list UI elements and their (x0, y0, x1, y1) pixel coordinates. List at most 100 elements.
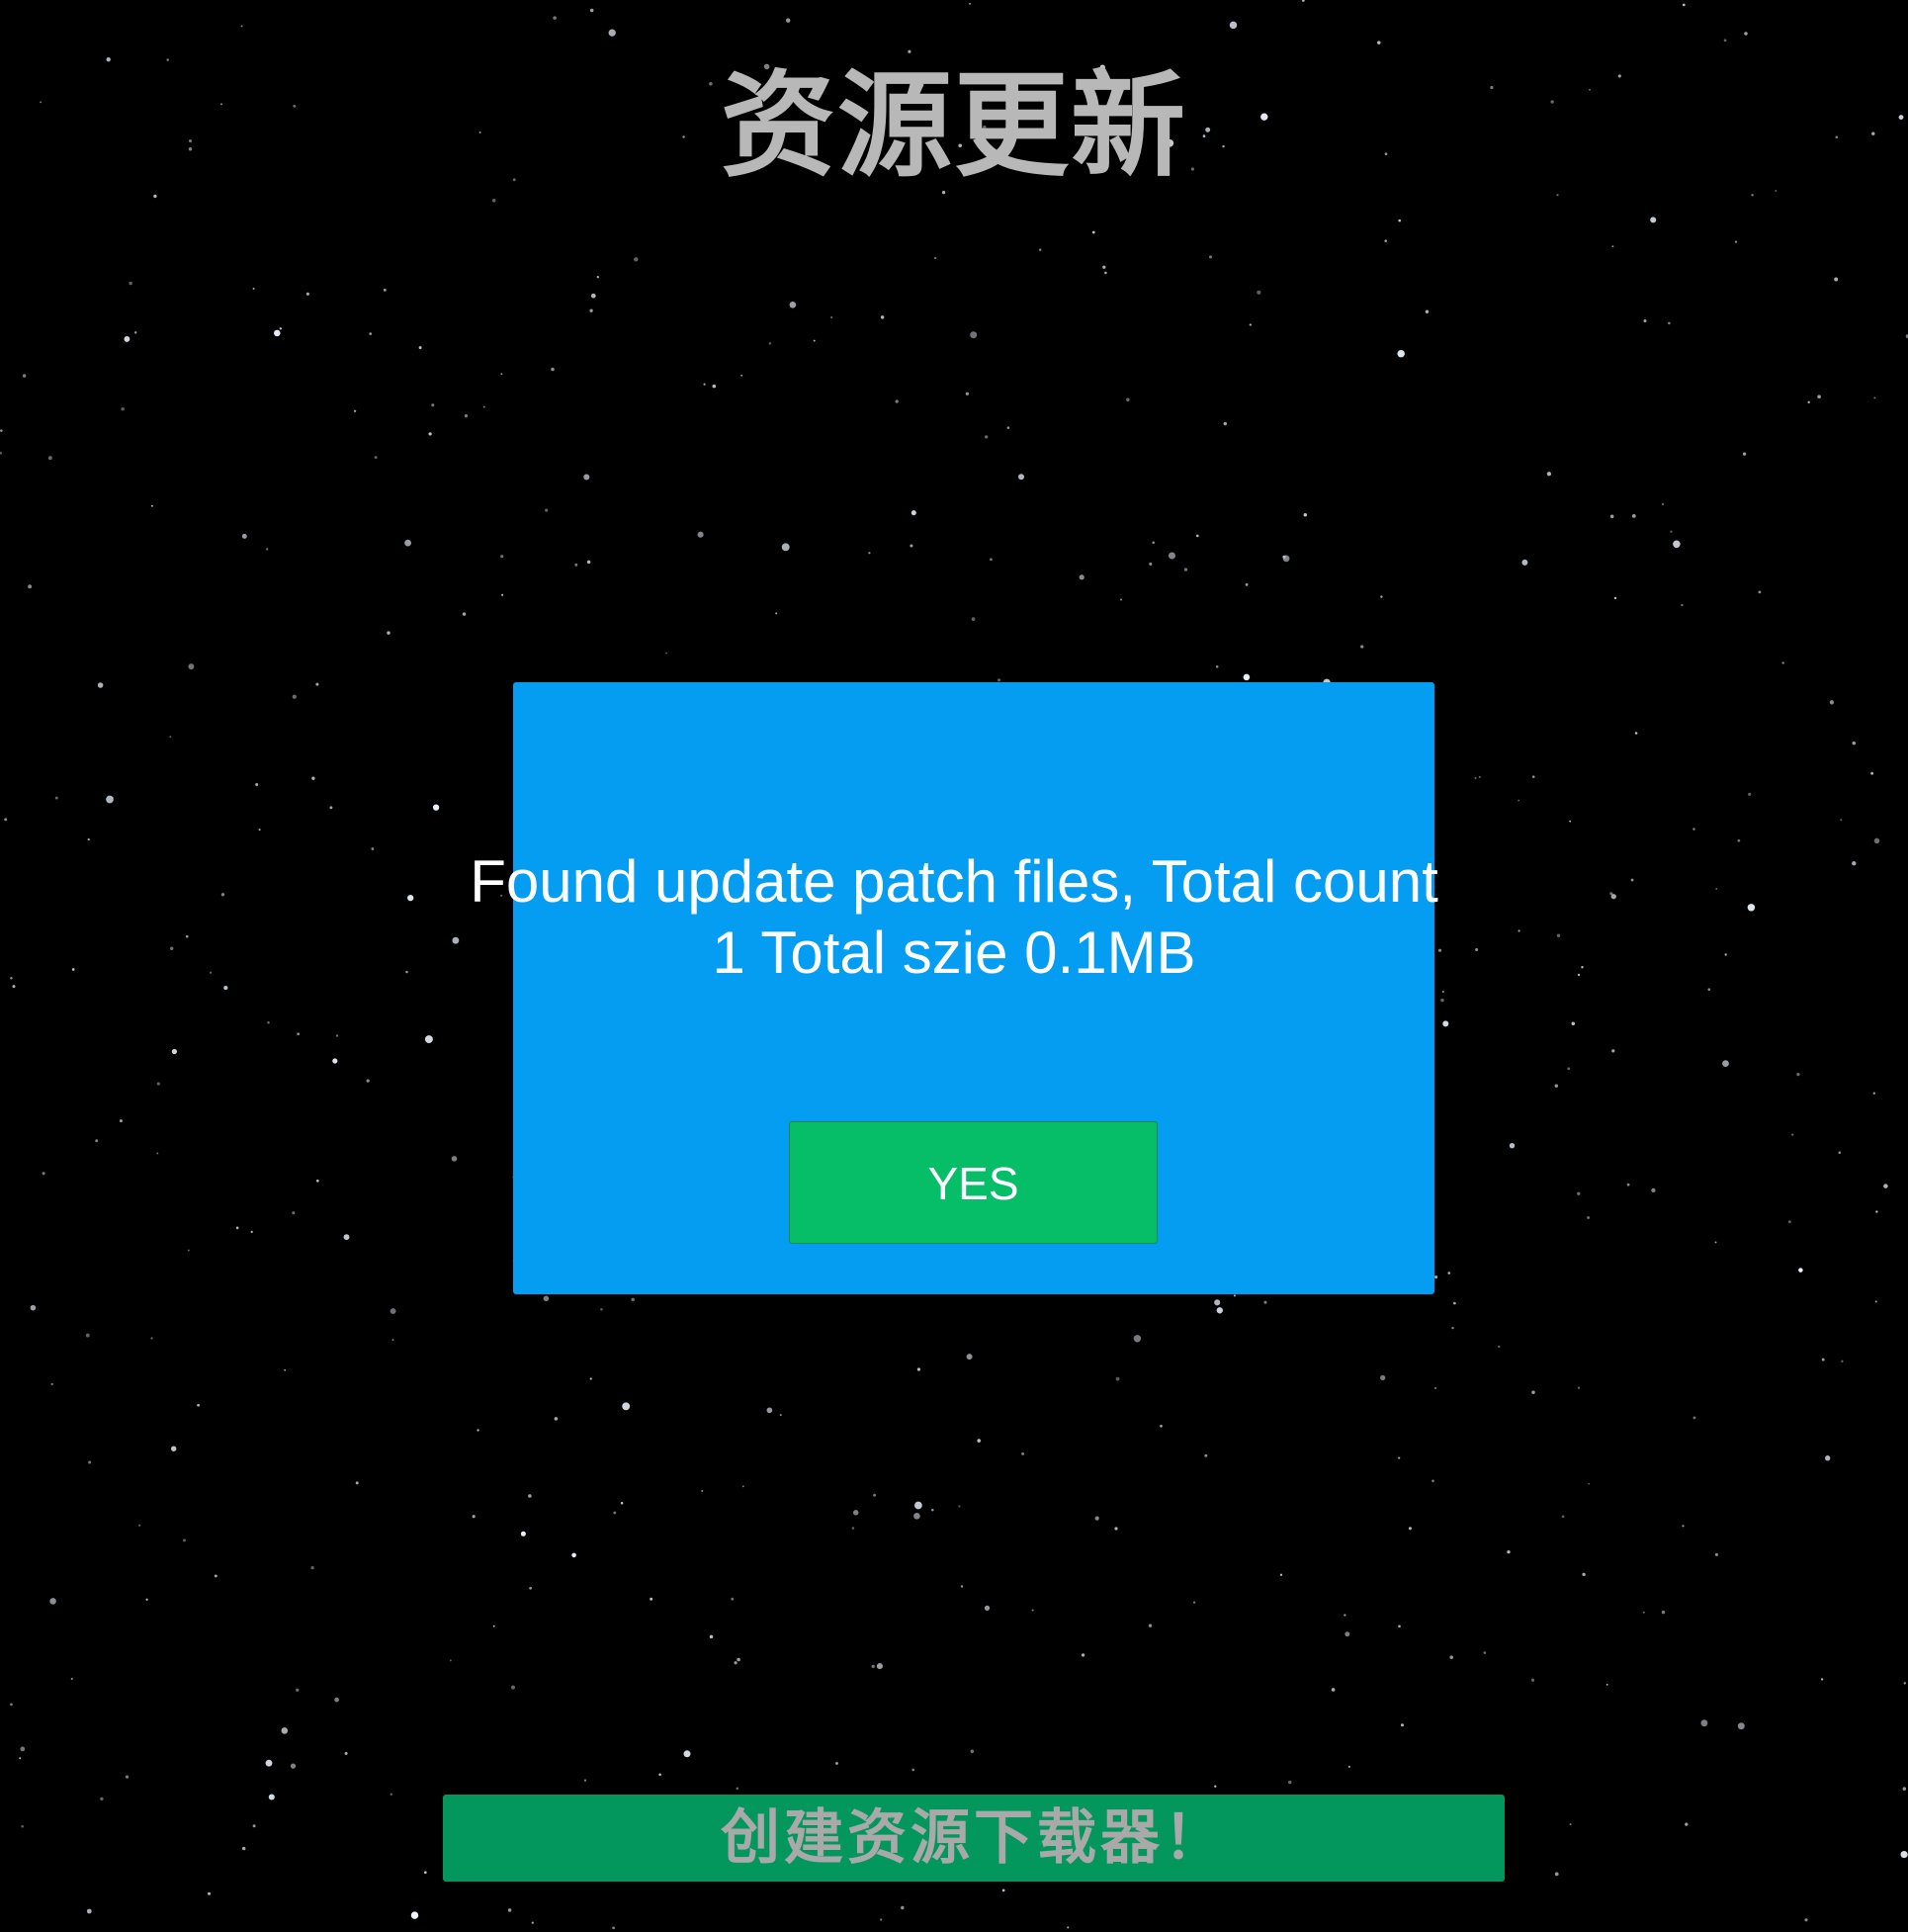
star (1714, 1552, 1718, 1556)
star (911, 1768, 915, 1772)
star (266, 548, 269, 551)
star (697, 531, 704, 538)
star (985, 435, 989, 439)
star (424, 1035, 433, 1044)
star (1870, 771, 1874, 775)
star (880, 315, 885, 319)
star (1196, 534, 1199, 538)
star (971, 617, 976, 621)
star (868, 552, 871, 555)
star (701, 1489, 704, 1492)
star (1821, 1358, 1825, 1361)
star (297, 1032, 301, 1036)
star (1722, 1060, 1729, 1067)
star (54, 796, 58, 800)
star (335, 1034, 339, 1037)
star (911, 510, 916, 516)
star (1758, 590, 1762, 594)
star (310, 1565, 314, 1570)
star (583, 1779, 587, 1782)
star (410, 1911, 419, 1919)
star (292, 694, 297, 699)
star (449, 1659, 452, 1662)
star (477, 1429, 479, 1432)
star (612, 1926, 615, 1930)
star (1611, 1049, 1615, 1053)
star (1748, 792, 1752, 796)
star (931, 1508, 934, 1512)
star (507, 1908, 512, 1912)
star (265, 1759, 273, 1767)
star (305, 292, 309, 296)
star (1521, 559, 1528, 566)
star (786, 18, 791, 23)
star (1714, 1241, 1717, 1244)
star (1531, 1390, 1535, 1394)
star (1796, 1073, 1800, 1077)
star (334, 1697, 339, 1703)
star (1569, 1823, 1572, 1826)
star (1531, 775, 1535, 778)
star (501, 593, 504, 596)
star (95, 1139, 99, 1143)
star (1287, 1780, 1292, 1785)
star (1643, 319, 1647, 323)
star (1397, 349, 1405, 358)
star (252, 1824, 256, 1828)
star (1838, 1151, 1842, 1155)
star (1160, 1424, 1163, 1428)
star (1091, 230, 1095, 234)
star (1651, 1187, 1656, 1193)
star (608, 29, 616, 37)
star (531, 1921, 534, 1924)
star (1257, 290, 1261, 295)
star (709, 1634, 714, 1639)
star (1872, 1092, 1876, 1096)
yes-button[interactable]: YES (789, 1121, 1158, 1244)
star (520, 1531, 526, 1537)
star (990, 558, 993, 562)
star (895, 399, 899, 403)
star (1433, 1386, 1437, 1390)
star (1668, 321, 1671, 325)
star (188, 663, 195, 670)
star (1518, 799, 1520, 802)
star (121, 406, 125, 411)
star (1483, 1651, 1487, 1654)
create-downloader-button[interactable]: 创建资源下载器！ (443, 1795, 1505, 1882)
star (1279, 1573, 1283, 1576)
star (1478, 775, 1481, 778)
star (1509, 1142, 1516, 1149)
star (1611, 245, 1614, 248)
star (511, 1685, 515, 1690)
star (1642, 1611, 1645, 1614)
star (353, 409, 357, 412)
star (1626, 1183, 1630, 1186)
star (100, 1797, 104, 1801)
star (235, 1226, 239, 1230)
star (1734, 240, 1738, 243)
star (1192, 1601, 1196, 1604)
star (106, 795, 114, 804)
star (1434, 1275, 1438, 1279)
star (543, 1295, 550, 1302)
star (145, 1598, 148, 1601)
star (315, 1179, 319, 1183)
star (1115, 1376, 1120, 1381)
star (574, 563, 578, 567)
star (1497, 1345, 1501, 1349)
star (1263, 1300, 1267, 1304)
star (1079, 574, 1084, 580)
star (428, 432, 432, 436)
star (529, 1586, 532, 1590)
star (703, 383, 706, 386)
star (966, 1354, 973, 1361)
star (4, 818, 8, 822)
star (431, 403, 435, 407)
star (958, 1505, 961, 1508)
star (1661, 1610, 1666, 1615)
star (583, 474, 590, 481)
star (965, 392, 970, 395)
star (1685, 1822, 1689, 1826)
star (10, 1703, 13, 1707)
